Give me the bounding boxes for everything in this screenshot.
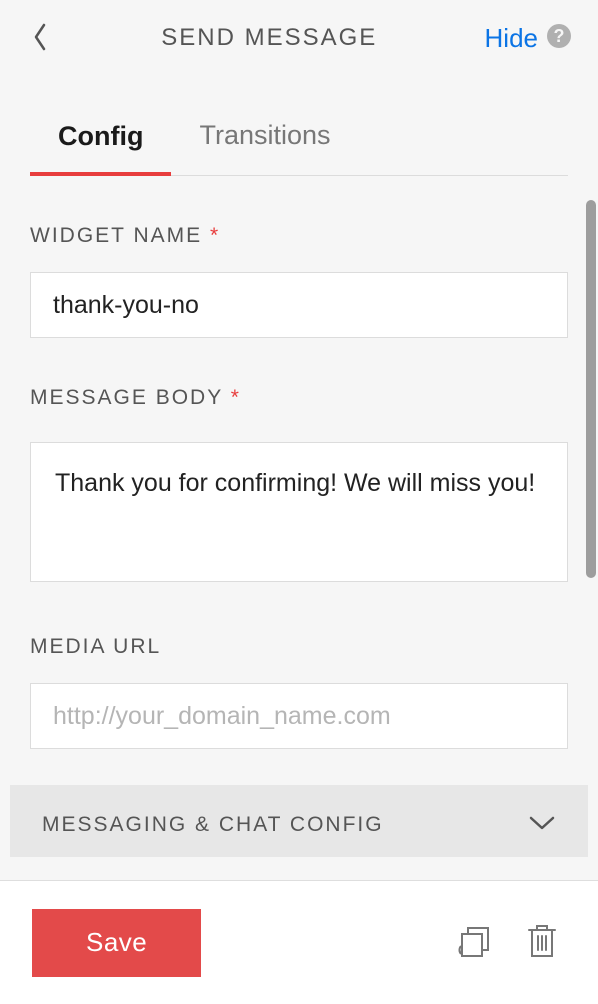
widget-name-label: WIDGET NAME *: [30, 224, 568, 248]
message-body-textarea[interactable]: Thank you for confirming! We will miss y…: [30, 442, 568, 582]
scrollbar[interactable]: [586, 200, 596, 578]
duplicate-button[interactable]: [450, 916, 500, 969]
media-url-label: MEDIA URL: [30, 635, 568, 659]
message-body-label-text: MESSAGE BODY: [30, 386, 223, 409]
duplicate-icon: [456, 922, 494, 960]
required-asterisk: *: [231, 386, 241, 409]
trash-icon: [524, 921, 560, 961]
widget-name-input[interactable]: [30, 272, 568, 338]
help-icon[interactable]: ?: [546, 23, 572, 54]
svg-text:?: ?: [554, 26, 565, 46]
tab-config[interactable]: Config: [30, 109, 171, 176]
tab-transitions[interactable]: Transitions: [171, 108, 358, 175]
widget-name-label-text: WIDGET NAME: [30, 224, 202, 247]
back-button[interactable]: [26, 17, 54, 60]
save-button[interactable]: Save: [32, 909, 201, 977]
accordion-title: MESSAGING & CHAT CONFIG: [42, 813, 384, 837]
hide-button[interactable]: Hide: [485, 23, 538, 54]
page-title: SEND MESSAGE: [54, 24, 485, 52]
message-body-label: MESSAGE BODY *: [30, 386, 568, 410]
chevron-down-icon: [528, 815, 556, 836]
required-asterisk: *: [210, 224, 220, 247]
media-url-input[interactable]: [30, 683, 568, 749]
chevron-left-icon: [32, 23, 48, 51]
tabs: Config Transitions: [30, 108, 568, 176]
accordion-messaging-chat[interactable]: MESSAGING & CHAT CONFIG: [10, 785, 588, 857]
delete-button[interactable]: [518, 915, 566, 970]
